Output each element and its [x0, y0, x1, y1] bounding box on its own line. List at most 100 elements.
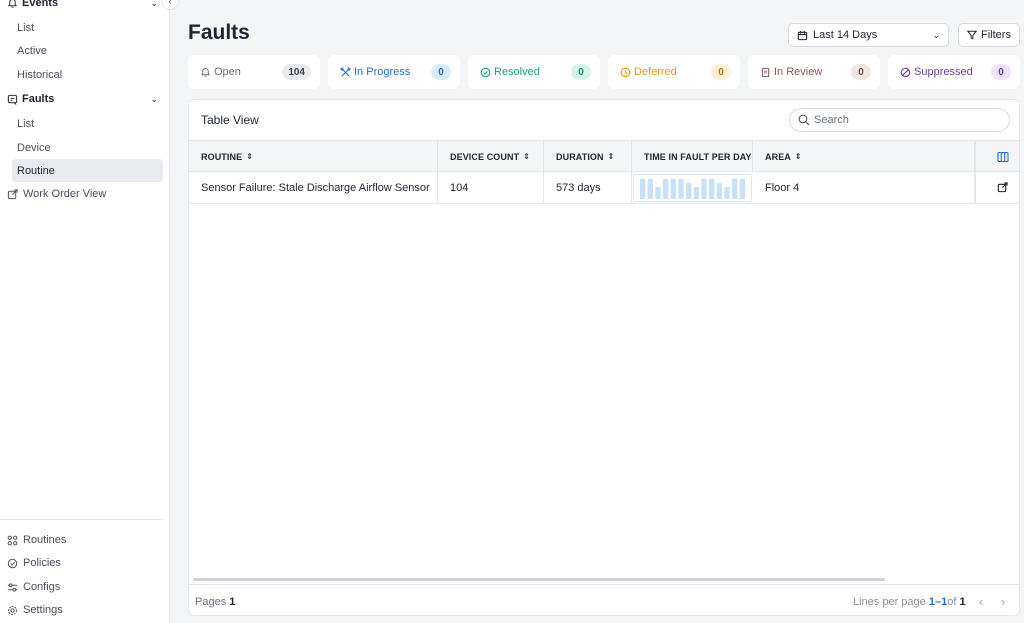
external-link-icon: [997, 182, 1008, 193]
sparkline-bar: [686, 183, 692, 199]
column-header-device-count[interactable]: DEVICE COUNT ⇕: [438, 141, 544, 172]
sidebar-item-settings[interactable]: Settings: [6, 600, 164, 620]
time-in-fault-sparkline: [633, 174, 752, 202]
sidebar-item-label: Settings: [23, 604, 63, 616]
block-icon: [900, 67, 911, 78]
sparkline-bar: [724, 186, 730, 199]
sidebar-item-faults-device[interactable]: Device: [12, 136, 163, 159]
horizontal-scrollbar[interactable]: [193, 578, 885, 581]
sort-icon: ⇕: [794, 152, 802, 161]
column-label: DURATION: [556, 151, 604, 162]
status-count-badge: 0: [431, 64, 451, 80]
status-tab-open[interactable]: Open 104: [188, 55, 320, 89]
search-box[interactable]: [789, 108, 1010, 132]
status-tab-label: In Review: [774, 66, 823, 78]
status-tab-in-review[interactable]: In Review 0: [748, 55, 880, 89]
status-tab-resolved[interactable]: Resolved 0: [468, 55, 600, 89]
sparkline-bar: [670, 178, 676, 199]
cell-duration: 573 days: [544, 172, 632, 203]
sidebar-section-label: Faults: [22, 93, 55, 105]
date-range-value: Last 14 Days: [813, 29, 878, 41]
status-tab-suppressed[interactable]: Suppressed 0: [888, 55, 1020, 89]
status-count-badge: 0: [991, 64, 1011, 80]
sidebar-item-label: Policies: [23, 557, 61, 569]
sidebar-item-configs[interactable]: Configs: [6, 577, 164, 597]
status-count-badge: 0: [711, 64, 731, 80]
chevron-left-icon: ‹: [979, 595, 983, 609]
sort-icon: ⇕: [246, 152, 254, 161]
bell-icon: [6, 0, 18, 9]
sidebar-item-label: Device: [17, 141, 51, 154]
sparkline-bar: [732, 178, 738, 199]
sidebar-section-faults[interactable]: Faults ⌄: [6, 89, 164, 109]
sidebar: ‹ Events ⌄ List Active Historical Faults…: [0, 0, 179, 623]
search-input[interactable]: [814, 114, 994, 126]
document-icon: [760, 67, 771, 78]
sidebar-item-label: Configs: [23, 581, 61, 593]
status-tab-label: In Progress: [354, 66, 411, 78]
status-tab-in-progress[interactable]: In Progress 0: [328, 55, 460, 89]
filter-icon: [967, 30, 978, 40]
sidebar-item-routines[interactable]: Routines: [6, 530, 164, 550]
sparkline-bar: [701, 178, 707, 199]
fault-icon: [6, 93, 18, 105]
sidebar-item-label: List: [17, 117, 35, 130]
status-tab-label: Suppressed: [914, 66, 973, 78]
sidebar-item-events-list[interactable]: List: [12, 16, 163, 39]
sparkline-bar: [663, 178, 669, 199]
sidebar-item-label: List: [17, 21, 35, 34]
tools-icon: [340, 66, 351, 78]
column-header-routine[interactable]: ROUTINE ⇕: [189, 141, 438, 172]
chevron-down-icon: ⌄: [932, 29, 940, 40]
prev-page-button[interactable]: ‹: [979, 595, 983, 609]
table-card: Table View ROUTINE⇕ DEVICE COUNT⇕ DURATI…: [188, 99, 1020, 616]
routines-icon: [6, 534, 18, 546]
sidebar-item-faults-list[interactable]: List: [12, 112, 163, 135]
sparkline-bar: [640, 178, 646, 199]
sidebar-item-work-order-view[interactable]: Work Order View: [6, 184, 164, 204]
column-label: TIME IN FAULT PER DAY: [644, 151, 752, 162]
lines-range: 1–1: [928, 596, 948, 608]
status-count-badge: 0: [851, 64, 871, 80]
column-header-duration[interactable]: DURATION ⇕: [544, 141, 632, 172]
column-header-area[interactable]: AREA ⇕: [753, 141, 975, 172]
search-icon: [798, 114, 810, 126]
chevron-down-icon: ⌄: [150, 0, 158, 8]
sidebar-item-label: Routine: [17, 164, 55, 177]
column-settings-button[interactable]: [975, 141, 1019, 172]
columns-icon: [996, 151, 1009, 163]
filters-button[interactable]: Filters: [958, 23, 1020, 47]
table-footer: Pages 1 Lines per page 1–1of 1 ‹ ›: [189, 584, 1019, 615]
cell-device-count: 104: [438, 172, 544, 203]
pages-value: 1: [229, 596, 236, 608]
sort-icon: ⇕: [607, 152, 615, 161]
sidebar-section-events[interactable]: Events ⌄: [6, 0, 164, 13]
sparkline-bar: [739, 178, 745, 199]
status-count-badge: 104: [282, 64, 311, 80]
gear-icon: [6, 604, 18, 616]
sparkline-bar: [647, 178, 653, 199]
clock-icon: [620, 67, 631, 78]
sidebar-item-events-active[interactable]: Active: [12, 39, 163, 62]
cell-area: Floor 4: [753, 172, 975, 203]
sidebar-item-policies[interactable]: Policies: [6, 553, 164, 573]
sort-icon: ⇕: [523, 152, 531, 161]
shield-check-icon: [6, 557, 18, 569]
status-tab-deferred[interactable]: Deferred 0: [608, 55, 740, 89]
calendar-icon: [797, 30, 808, 41]
column-label: ROUTINE: [201, 151, 243, 162]
filters-label: Filters: [981, 29, 1011, 41]
open-detail-button[interactable]: [975, 172, 1019, 203]
date-range-select[interactable]: Last 14 Days ⌄: [788, 23, 949, 47]
sidebar-item-events-historical[interactable]: Historical: [12, 63, 163, 86]
status-count-badge: 0: [571, 64, 591, 80]
table-title: Table View: [201, 113, 259, 127]
status-tab-label: Open: [214, 66, 241, 78]
sidebar-item-faults-routine[interactable]: Routine: [12, 159, 163, 182]
next-page-button[interactable]: ›: [1001, 595, 1005, 609]
check-circle-icon: [480, 67, 491, 78]
page-title: Faults: [188, 21, 250, 44]
table-row[interactable]: Sensor Failure: Stale Discharge Airflow …: [189, 172, 1019, 204]
sparkline-bar: [709, 178, 715, 199]
lines-per-page: Lines per page 1–1of 1: [853, 596, 966, 608]
